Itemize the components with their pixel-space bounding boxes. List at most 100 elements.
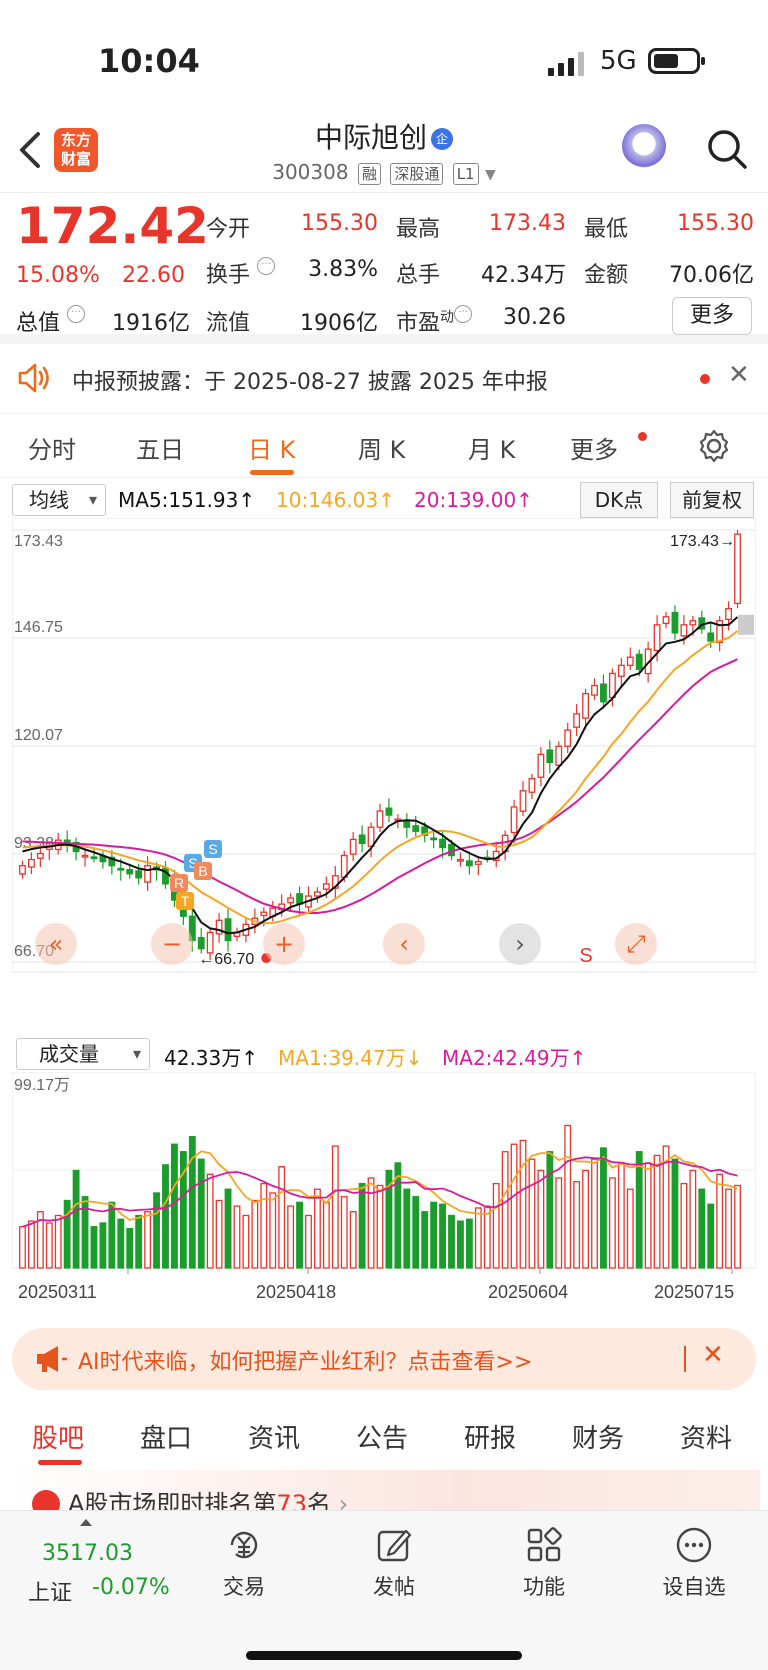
dk-point-button[interactable]: DK点 xyxy=(580,482,658,518)
rank-banner[interactable]: A股市场即时排名第73名 › xyxy=(8,1470,760,1510)
candle xyxy=(27,858,35,868)
more-quote-button[interactable]: 更多 xyxy=(672,297,752,335)
volume-select[interactable]: 成交量 xyxy=(16,1038,150,1070)
turnover-label[interactable]: 换手 ··· xyxy=(206,257,276,289)
tab-five-day[interactable]: 五日 xyxy=(136,430,184,465)
volume-bar xyxy=(99,1222,107,1269)
open-label: 今开 xyxy=(206,217,251,242)
close-icon[interactable]: ✕ xyxy=(702,1340,724,1370)
dock-functions[interactable]: 功能 xyxy=(494,1525,594,1601)
volume-bar xyxy=(430,1201,438,1269)
network-type: 5G xyxy=(600,46,637,76)
volume-bar xyxy=(626,1188,634,1269)
volume-bar xyxy=(501,1151,509,1269)
candle xyxy=(635,653,643,671)
dock-post[interactable]: 发帖 xyxy=(344,1525,444,1601)
high-value: 173.43 xyxy=(489,211,566,236)
volume-bar xyxy=(27,1220,35,1269)
volume-bar xyxy=(305,1214,312,1269)
volume-bar xyxy=(448,1214,455,1269)
scroll-left-button[interactable]: ‹ xyxy=(383,923,425,965)
candle xyxy=(403,819,411,828)
last-price: 172.42 xyxy=(16,197,209,255)
arrow-down-icon: ↓ xyxy=(405,1046,423,1070)
tab-monthly-k[interactable]: 月 K xyxy=(468,430,515,465)
fullscreen-button[interactable]: ⤢ xyxy=(615,923,657,965)
tab-forum[interactable]: 股吧 xyxy=(32,1418,84,1455)
control-glyph: › xyxy=(515,930,525,958)
volume-bar xyxy=(439,1203,446,1269)
x-tick-label: 20250715 xyxy=(654,1282,734,1302)
tab-finance[interactable]: 财务 xyxy=(572,1418,624,1455)
home-indicator xyxy=(246,1651,522,1660)
scroll-right-button[interactable]: › xyxy=(499,923,541,965)
tab-research[interactable]: 研报 xyxy=(464,1418,516,1455)
ai-assistant-icon[interactable] xyxy=(622,124,666,168)
volume-bar xyxy=(483,1205,491,1269)
volume-bar xyxy=(63,1199,71,1269)
candle xyxy=(617,664,625,677)
stock-code: 300308 xyxy=(272,160,349,184)
volume-bar xyxy=(492,1182,500,1269)
dock-trade[interactable]: 交易 xyxy=(194,1525,294,1601)
volume-bar xyxy=(465,1218,473,1269)
candle xyxy=(126,869,134,875)
volume-bar xyxy=(322,1201,330,1269)
arrow-up-icon: ↑ xyxy=(569,1046,587,1070)
volume-chart[interactable]: 99.17万 20250311 20250418 20250604 20250715 xyxy=(12,1072,756,1304)
arrow-up-icon: ↑ xyxy=(378,488,395,512)
candle xyxy=(322,883,330,890)
tab-profile[interactable]: 资料 xyxy=(680,1418,732,1455)
scroll-left-fast-button[interactable]: « xyxy=(35,923,77,965)
tab-more[interactable]: 更多 xyxy=(570,430,618,465)
candle xyxy=(117,867,125,871)
tab-news[interactable]: 资讯 xyxy=(248,1418,300,1455)
float-label: 流值 xyxy=(206,311,251,336)
volume-bar xyxy=(314,1188,321,1269)
candle xyxy=(314,891,321,897)
ad-banner[interactable]: AI时代来临，如何把握产业红利？点击查看>> ✕ xyxy=(12,1328,756,1390)
dock-add-watchlist[interactable]: 设自选 xyxy=(644,1525,744,1601)
tab-weekly-k[interactable]: 周 K xyxy=(358,430,405,465)
zoom-in-button[interactable]: + xyxy=(263,923,305,965)
caret-up-icon[interactable] xyxy=(80,1519,92,1526)
tab-orderbook[interactable]: 盘口 xyxy=(140,1418,192,1455)
volume-bar xyxy=(153,1192,160,1269)
adjust-button[interactable]: 前复权 xyxy=(670,482,754,518)
volume-bar xyxy=(600,1147,607,1269)
volume-bar xyxy=(573,1181,581,1269)
x-tick-label: 20250604 xyxy=(488,1282,568,1302)
notice-banner[interactable]: 中报预披露：于 2025-08-27 披露 2025 年中报 ✕ xyxy=(0,344,768,414)
tag-level: L1 xyxy=(452,163,479,185)
ma20-value: 20:139.00↑ xyxy=(414,488,533,512)
candle xyxy=(707,632,715,642)
zoom-out-button[interactable]: − xyxy=(151,923,193,965)
bottom-dock: 3517.03 上证 -0.07% 交易 发帖 功能 设自选 xyxy=(0,1510,768,1670)
volume-bar xyxy=(635,1151,643,1269)
volume-bar xyxy=(108,1201,116,1269)
volume-bar xyxy=(707,1203,715,1269)
max-price-label: 173.43→ xyxy=(670,533,735,550)
close-icon[interactable]: ✕ xyxy=(728,360,750,390)
trade-marker-label: T xyxy=(181,893,190,909)
tab-announcements[interactable]: 公告 xyxy=(356,1418,408,1455)
candle xyxy=(215,919,223,935)
notice-text: 中报预披露：于 2025-08-27 披露 2025 年中报 xyxy=(72,370,548,395)
tab-intraday[interactable]: 分时 xyxy=(28,430,76,465)
pe-label[interactable]: 市盈动 ··· xyxy=(396,305,473,337)
tab-daily-k[interactable]: 日 K xyxy=(248,430,295,465)
mktcap-label[interactable]: 总值 ··· xyxy=(16,305,86,337)
trade-icon xyxy=(230,1531,258,1559)
gear-icon[interactable] xyxy=(696,428,732,464)
index-value[interactable]: 3517.03 xyxy=(42,1541,133,1566)
search-icon[interactable] xyxy=(706,128,748,170)
candle xyxy=(224,918,232,942)
candle xyxy=(537,753,545,778)
volume-bar xyxy=(582,1169,590,1269)
control-glyph: − xyxy=(162,930,182,958)
candlestick-chart[interactable]: 173.43146.75120.0793.3866.70173.43→←66.7… xyxy=(12,518,756,1032)
indicator-select[interactable]: 均线 xyxy=(12,484,106,516)
candle xyxy=(528,777,536,793)
status-bar: 10:04 5G xyxy=(0,0,768,110)
arrow-up-icon: ↑ xyxy=(241,1046,259,1070)
